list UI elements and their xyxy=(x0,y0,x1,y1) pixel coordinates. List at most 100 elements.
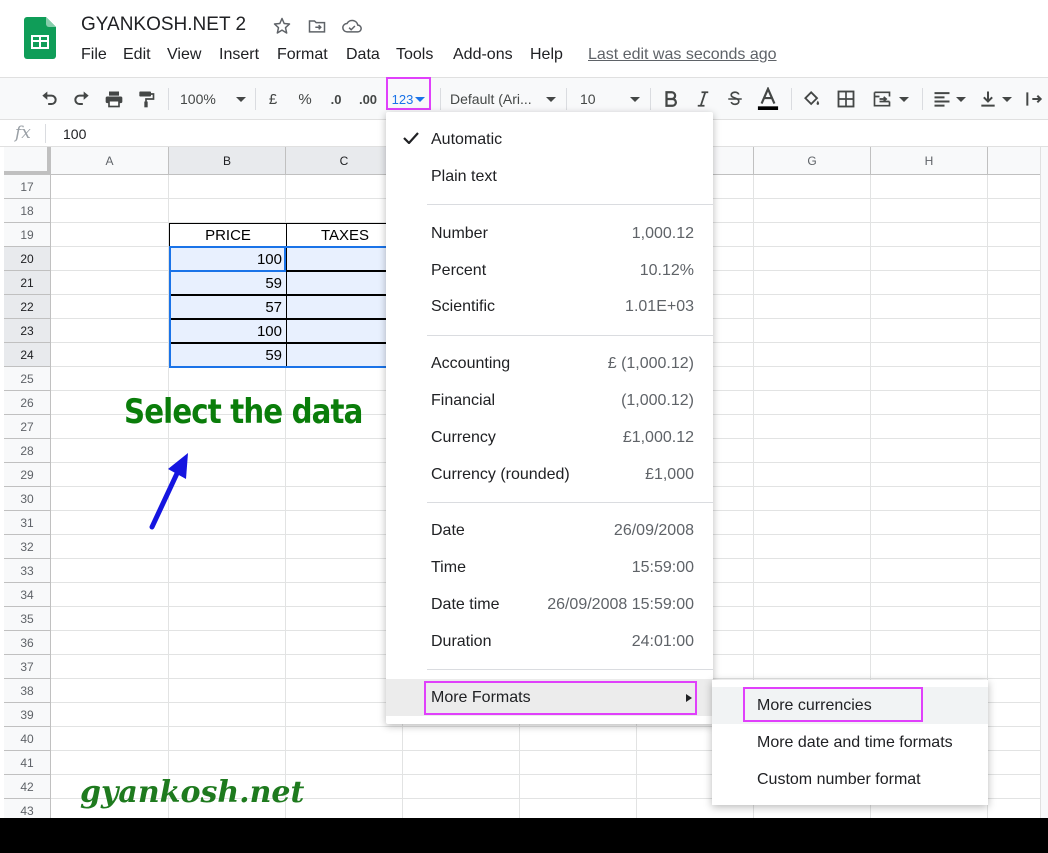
chevron-down-icon xyxy=(899,96,909,102)
menu-item-date-time[interactable]: Date time 26/09/2008 15:59:00 xyxy=(386,586,713,623)
menu-item-currency[interactable]: Currency £1,000.12 xyxy=(386,419,713,456)
menu-file[interactable]: File xyxy=(81,46,107,64)
vertical-align-button[interactable] xyxy=(976,78,1014,120)
borders-button[interactable] xyxy=(834,78,858,120)
column-header-i[interactable] xyxy=(988,147,1048,175)
menu-item-number[interactable]: Number 1,000.12 xyxy=(386,215,713,252)
row-header-24[interactable]: 24 xyxy=(4,343,51,367)
row-header-31[interactable]: 31 xyxy=(4,511,51,535)
row-header-41[interactable]: 41 xyxy=(4,751,51,775)
sheets-logo-icon[interactable] xyxy=(24,17,56,59)
text-color-button[interactable] xyxy=(755,78,781,120)
column-header-b[interactable]: B xyxy=(169,147,286,175)
menu-item-currency-rounded[interactable]: Currency (rounded) £1,000 xyxy=(386,456,713,493)
table-header-price[interactable]: PRICE xyxy=(169,223,287,247)
blue-arrow-icon xyxy=(149,453,188,530)
row-header-43[interactable]: 43 xyxy=(4,799,51,818)
toolbar-divider xyxy=(255,88,256,110)
menu-item-plain-text[interactable]: Plain text xyxy=(386,158,713,195)
row-header-33[interactable]: 33 xyxy=(4,559,51,583)
row-header-36[interactable]: 36 xyxy=(4,631,51,655)
row-header-32[interactable]: 32 xyxy=(4,535,51,559)
chevron-right-icon xyxy=(686,694,692,702)
toolbar-divider xyxy=(566,88,567,110)
menu-divider xyxy=(427,669,713,670)
row-header-30[interactable]: 30 xyxy=(4,487,51,511)
menu-item-automatic[interactable]: Automatic xyxy=(386,121,713,158)
undo-icon xyxy=(42,91,57,105)
row-header-39[interactable]: 39 xyxy=(4,703,51,727)
row-header-27[interactable]: 27 xyxy=(4,415,51,439)
italic-icon xyxy=(697,91,709,107)
menu-item-financial[interactable]: Financial (1,000.12) xyxy=(386,382,713,419)
print-button[interactable] xyxy=(101,78,127,120)
strikethrough-button[interactable] xyxy=(723,78,747,120)
currency-format-button[interactable]: £ xyxy=(262,78,284,120)
menu-edit[interactable]: Edit xyxy=(123,46,151,64)
column-header-a[interactable]: A xyxy=(51,147,169,175)
toolbar-divider xyxy=(922,88,923,110)
menu-tools[interactable]: Tools xyxy=(396,46,433,64)
row-header-25[interactable]: 25 xyxy=(4,367,51,391)
horizontal-align-button[interactable] xyxy=(930,78,968,120)
move-folder-icon[interactable] xyxy=(307,16,327,36)
redo-button[interactable] xyxy=(69,78,95,120)
text-wrap-button[interactable] xyxy=(1020,78,1048,120)
row-header-21[interactable]: 21 xyxy=(4,271,51,295)
last-edit-link[interactable]: Last edit was seconds ago xyxy=(588,46,777,64)
row-header-17[interactable]: 17 xyxy=(4,175,51,199)
menu-item-accounting[interactable]: Accounting £ (1,000.12) xyxy=(386,345,713,382)
document-title[interactable]: GYANKOSH.NET 2 xyxy=(81,14,246,36)
menu-item-time[interactable]: Time 15:59:00 xyxy=(386,549,713,586)
row-header-35[interactable]: 35 xyxy=(4,607,51,631)
column-header-h[interactable]: H xyxy=(871,147,988,175)
toolbar-divider xyxy=(440,88,441,110)
row-header-22[interactable]: 22 xyxy=(4,295,51,319)
zoom-select[interactable]: 100% xyxy=(180,78,246,120)
formula-input[interactable]: 100 xyxy=(63,126,86,142)
menu-item-percent[interactable]: Percent 10.12% xyxy=(386,252,713,289)
menu-item-duration[interactable]: Duration 24:01:00 xyxy=(386,623,713,660)
fx-icon: fx xyxy=(15,123,31,143)
row-header-23[interactable]: 23 xyxy=(4,319,51,343)
row-header-38[interactable]: 38 xyxy=(4,679,51,703)
increase-decimal-button[interactable]: .00 xyxy=(355,78,381,120)
fill-color-button[interactable] xyxy=(800,78,824,120)
submenu-item-custom-number-format[interactable]: Custom number format xyxy=(712,761,988,798)
menu-divider xyxy=(427,204,713,205)
menu-help[interactable]: Help xyxy=(530,46,563,64)
menu-format[interactable]: Format xyxy=(277,46,328,64)
fill-color-icon xyxy=(804,91,820,106)
row-header-19[interactable]: 19 xyxy=(4,223,51,247)
undo-button[interactable] xyxy=(36,78,62,120)
paint-format-button[interactable] xyxy=(133,78,159,120)
menu-add-ons[interactable]: Add-ons xyxy=(453,46,513,64)
row-header-29[interactable]: 29 xyxy=(4,463,51,487)
vertical-scrollbar[interactable] xyxy=(1040,147,1048,818)
percent-format-button[interactable]: % xyxy=(294,78,316,120)
decrease-decimal-button[interactable]: .0 xyxy=(325,78,347,120)
formula-divider xyxy=(45,124,46,143)
submenu-item-more-date-time-formats[interactable]: More date and time formats xyxy=(712,724,988,761)
row-header-42[interactable]: 42 xyxy=(4,775,51,799)
cloud-saved-icon[interactable] xyxy=(341,16,363,36)
menu-item-date[interactable]: Date 26/09/2008 xyxy=(386,512,713,549)
row-header-34[interactable]: 34 xyxy=(4,583,51,607)
menu-view[interactable]: View xyxy=(167,46,201,64)
annotation-select-data: Select the data xyxy=(124,392,363,432)
align-left-icon xyxy=(934,92,950,107)
menu-data[interactable]: Data xyxy=(346,46,380,64)
star-icon[interactable] xyxy=(272,16,292,36)
column-header-g[interactable]: G xyxy=(754,147,871,175)
row-header-20[interactable]: 20 xyxy=(4,247,51,271)
toolbar-divider xyxy=(791,88,792,110)
menu-insert[interactable]: Insert xyxy=(219,46,259,64)
row-header-26[interactable]: 26 xyxy=(4,391,51,415)
row-header-40[interactable]: 40 xyxy=(4,727,51,751)
menu-item-scientific[interactable]: Scientific 1.01E+03 xyxy=(386,288,713,325)
select-all-corner[interactable] xyxy=(4,147,51,175)
row-header-28[interactable]: 28 xyxy=(4,439,51,463)
merge-cells-button[interactable] xyxy=(867,78,913,120)
row-header-18[interactable]: 18 xyxy=(4,199,51,223)
row-header-37[interactable]: 37 xyxy=(4,655,51,679)
